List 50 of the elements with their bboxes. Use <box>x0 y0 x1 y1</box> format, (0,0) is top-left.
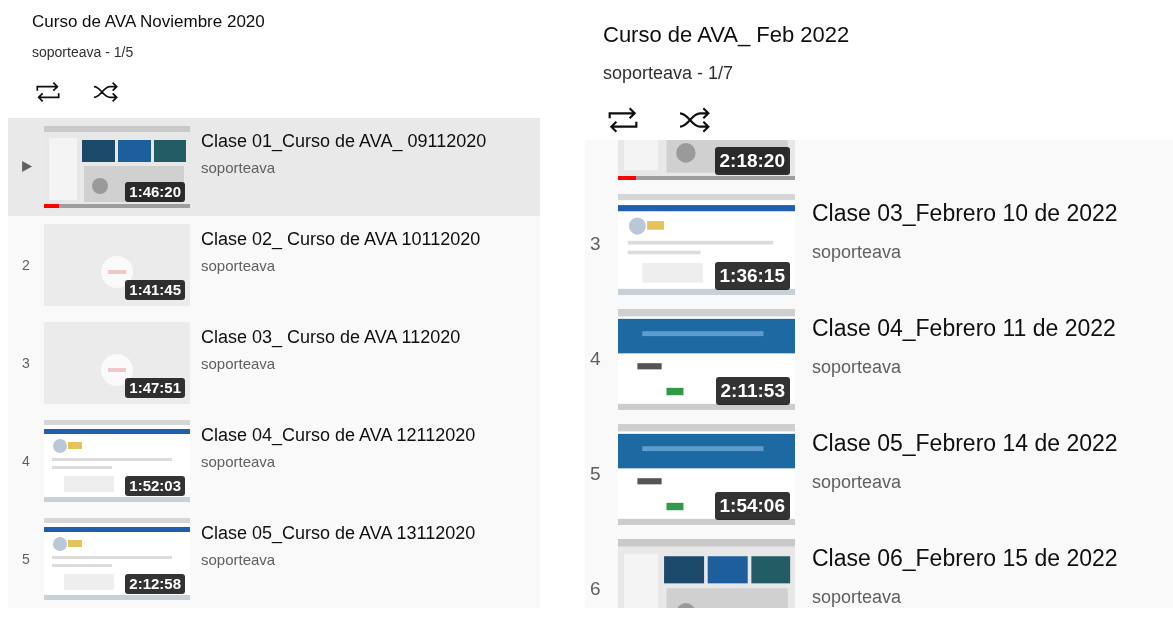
video-title: Clase 05_Curso de AVA 13112020 <box>201 522 477 546</box>
duration-badge: 2:11:53 <box>715 377 790 405</box>
play-icon <box>20 160 32 172</box>
playlist-item[interactable]: 5 2:12:58 Clase 05_Curso de AVA 13112020 soporteava <box>8 510 540 608</box>
playlist-item[interactable]: 4 2:11:53 Clase 04_Febrero 11 de 2022 soporteava <box>585 302 1173 417</box>
playlist-item[interactable]: 3 1:36:15 Clase 03_Febrero 10 de 2022 soporteava <box>585 187 1173 302</box>
video-title: Clase 02_ Curso de AVA 10112020 <box>201 228 482 252</box>
playlist-item[interactable]: 5 1:54:06 Clase 05_Febrero 14 de 2022 soporteava <box>585 417 1173 532</box>
playlist-byline: soporteava - 1/7 <box>603 62 735 85</box>
playlist-item[interactable]: 2 1:41:45 Clase 02_ Curso de AVA 10112020 soporteava <box>8 216 540 314</box>
channel-name: soporteava <box>201 256 277 276</box>
item-number: 4 <box>590 348 601 370</box>
duration-badge: 1:36:15 <box>714 262 790 290</box>
item-number: 2 <box>22 256 30 273</box>
video-title: Clase 04_Febrero 11 de 2022 <box>812 314 1117 343</box>
video-title: Clase 01_Curso de AVA_ 09112020 <box>201 130 488 154</box>
channel-name: soporteava <box>812 356 903 379</box>
video-title: Clase 04_Curso de AVA 12112020 <box>201 424 477 448</box>
item-number: 3 <box>22 354 30 371</box>
playlist-item[interactable]: 3 1:47:51 Clase 03_ Curso de AVA 112020 soporteava <box>8 314 540 412</box>
playlist-item[interactable]: 2:18:20 <box>585 140 1173 187</box>
video-title: Clase 03_Febrero 10 de 2022 <box>812 199 1119 228</box>
duration-badge: 2:12:58 <box>125 574 185 594</box>
channel-name: soporteava <box>812 586 903 608</box>
channel-name: soporteava <box>812 471 903 494</box>
playlist-byline: soporteava - 1/5 <box>32 43 135 62</box>
video-title: Clase 05_Febrero 14 de 2022 <box>812 429 1119 458</box>
channel-name: soporteava <box>201 550 277 570</box>
item-number: 6 <box>590 578 601 600</box>
item-number: 5 <box>590 463 601 485</box>
duration-badge: 1:41:45 <box>125 280 185 300</box>
item-number: 3 <box>590 233 601 255</box>
playlist-title: Curso de AVA_ Feb 2022 <box>603 21 851 49</box>
channel-name: soporteava <box>812 241 903 264</box>
duration-badge: 1:54:06 <box>714 492 790 520</box>
item-number: 4 <box>22 452 30 469</box>
playlist-item[interactable]: 6 Clase 06_Febrero 15 de 2022 soporteava <box>585 532 1173 608</box>
video-title: Clase 03_ Curso de AVA 112020 <box>201 326 462 350</box>
channel-name: soporteava <box>201 158 277 178</box>
playlist-title: Curso de AVA Noviembre 2020 <box>32 11 266 33</box>
playlist-item[interactable]: 4 1:52:03 Clase 04_Curso de AVA 12112020 soporteava <box>8 412 540 510</box>
duration-badge: 1:47:51 <box>125 378 185 398</box>
channel-name: soporteava <box>201 354 277 374</box>
duration-badge: 1:46:20 <box>125 182 185 202</box>
duration-badge: 2:18:20 <box>714 147 790 175</box>
channel-name: soporteava <box>201 452 277 472</box>
playlist-item[interactable]: 1:46:20 Clase 01_Curso de AVA_ 09112020 soporteava <box>8 118 540 216</box>
item-number: 5 <box>22 550 30 567</box>
duration-badge: 1:52:03 <box>125 476 185 496</box>
video-title: Clase 06_Febrero 15 de 2022 <box>812 544 1119 573</box>
